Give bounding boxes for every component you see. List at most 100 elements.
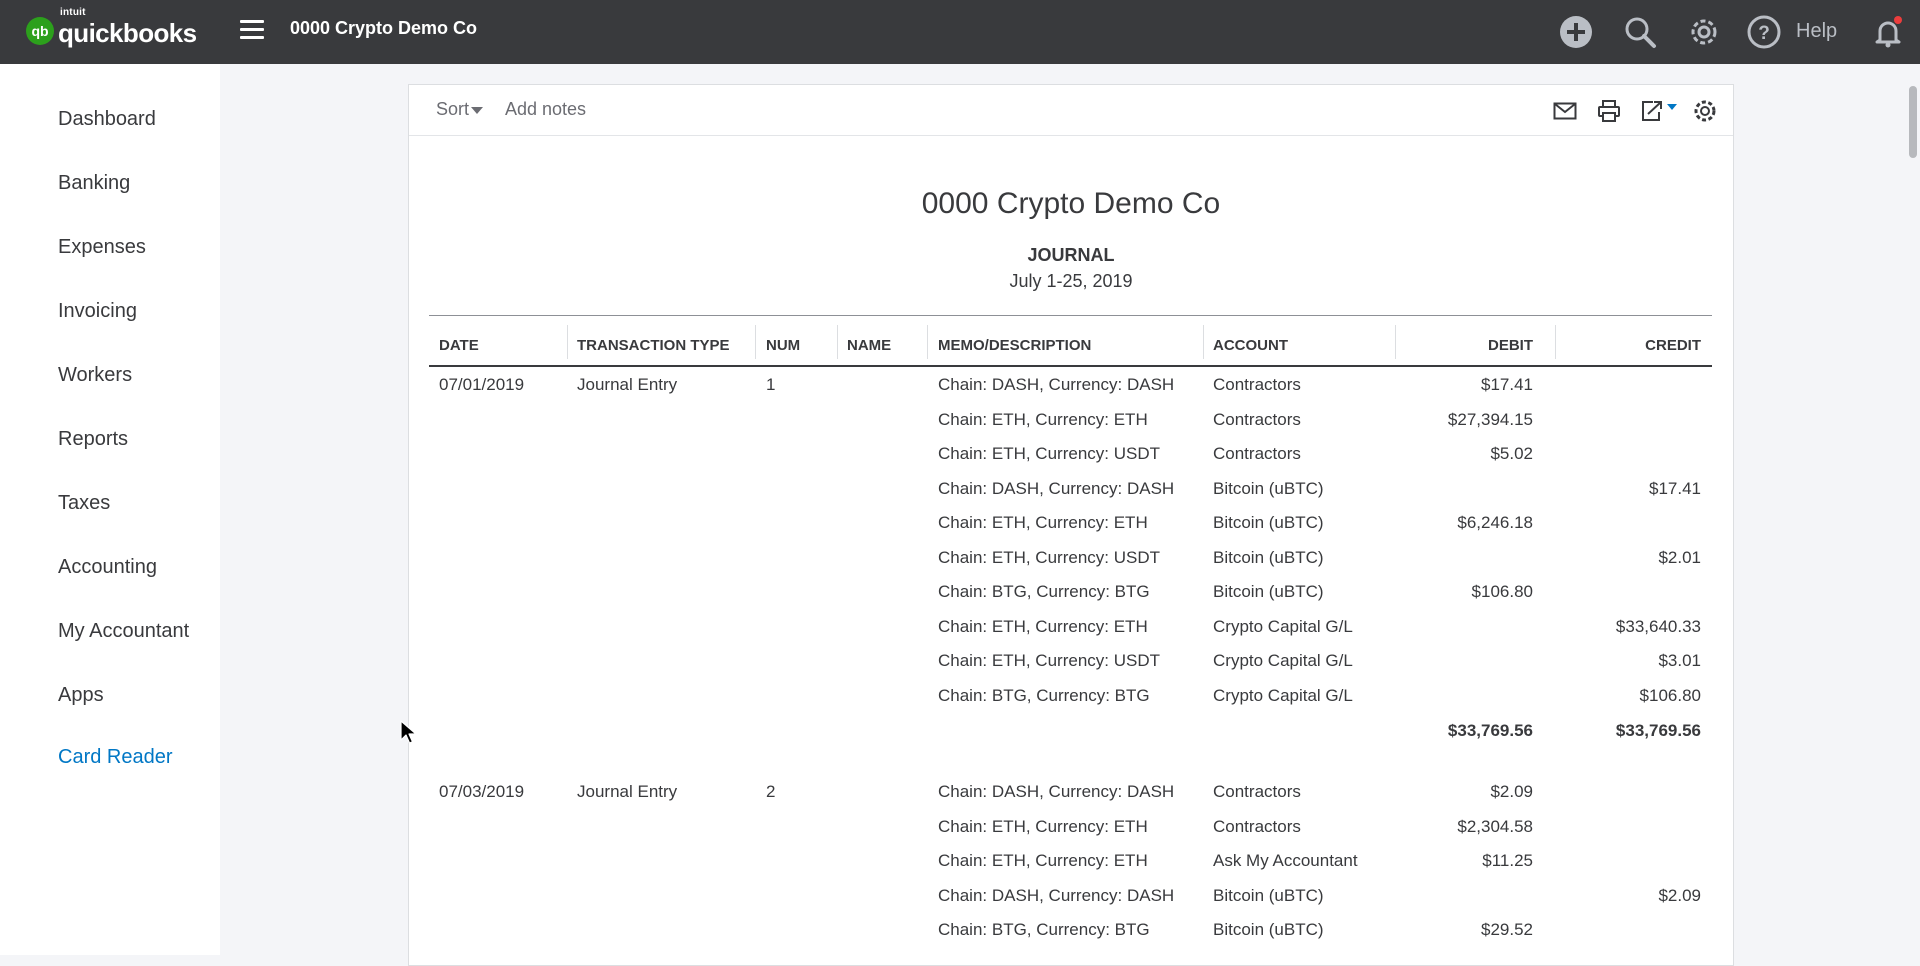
line-account: Bitcoin (uBTC) — [1213, 920, 1324, 939]
line-credit: $17.41 — [1649, 479, 1701, 498]
line-memo: Chain: BTG, Currency: BTG — [938, 686, 1150, 705]
sidebar-item-apps[interactable]: Apps — [58, 684, 104, 707]
report-date-range: July 1-25, 2019 — [1009, 271, 1133, 291]
entry-date[interactable]: 07/03/2019 — [439, 782, 524, 802]
sidebar-item-taxes[interactable]: Taxes — [58, 492, 110, 515]
line-account: Crypto Capital G/L — [1213, 617, 1353, 636]
line-account: Crypto Capital G/L — [1213, 686, 1353, 705]
chevron-down-icon — [471, 106, 484, 114]
line-account: Bitcoin (uBTC) — [1213, 886, 1324, 905]
line-credit: $106.80 — [1639, 686, 1701, 705]
line-debit: $5.02 — [1490, 444, 1533, 463]
line-account: Contractors — [1213, 410, 1301, 429]
line-debit: $6,246.18 — [1457, 513, 1533, 532]
report-title: JOURNAL — [1027, 245, 1115, 265]
line-credit: $3.01 — [1658, 651, 1701, 670]
sidebar-item-workers[interactable]: Workers — [58, 364, 132, 387]
print-icon[interactable] — [1595, 97, 1623, 125]
line-debit: $27,394.15 — [1447, 410, 1533, 429]
logo-quickbooks-text: quickbooks — [58, 18, 197, 48]
svg-text:?: ? — [1758, 23, 1770, 44]
line-memo: Chain: ETH, Currency: ETH — [938, 513, 1148, 532]
plus-circle-icon[interactable] — [1558, 14, 1594, 50]
line-credit: $33,640.33 — [1615, 617, 1701, 636]
entry-num[interactable]: 2 — [766, 782, 775, 802]
line-memo: Chain: DASH, Currency: DASH — [938, 782, 1175, 801]
column-header-credit[interactable]: CREDIT — [1559, 337, 1701, 354]
line-account: Contractors — [1213, 375, 1301, 394]
line-memo: Chain: ETH, Currency: ETH — [938, 851, 1148, 870]
line-debit: $11.25 — [1482, 851, 1533, 870]
line-account: Bitcoin (uBTC) — [1213, 548, 1324, 567]
email-icon[interactable] — [1551, 97, 1579, 125]
line-credit: $2.09 — [1658, 886, 1701, 905]
add-notes-link[interactable]: Add notes — [505, 99, 586, 120]
line-memo: Chain: ETH, Currency: ETH — [938, 410, 1148, 429]
line-memo: Chain: DASH, Currency: DASH — [938, 479, 1175, 498]
line-account: Contractors — [1213, 782, 1301, 801]
help-label[interactable]: Help — [1796, 20, 1837, 43]
line-account: Bitcoin (uBTC) — [1213, 513, 1324, 532]
sidebar-item-banking[interactable]: Banking — [58, 172, 130, 195]
line-memo: Chain: ETH, Currency: USDT — [938, 548, 1160, 567]
sidebar-item-my-accountant[interactable]: My Accountant — [58, 620, 189, 643]
line-account: Contractors — [1213, 444, 1301, 463]
line-memo: Chain: BTG, Currency: BTG — [938, 920, 1150, 939]
table-top-rule — [429, 315, 1712, 316]
scrollbar-thumb[interactable] — [1909, 86, 1917, 158]
gear-icon[interactable] — [1686, 14, 1722, 50]
settings-gear-icon[interactable] — [1691, 97, 1719, 125]
export-icon[interactable] — [1639, 97, 1679, 125]
sidebar-item-reports[interactable]: Reports — [58, 428, 128, 451]
sidebar: Dashboard Banking Expenses Invoicing Wor… — [0, 64, 220, 955]
line-memo: Chain: ETH, Currency: USDT — [938, 651, 1160, 670]
logo-intuit-text: intuit — [60, 7, 86, 18]
line-account: Bitcoin (uBTC) — [1213, 582, 1324, 601]
entry-num[interactable]: 1 — [766, 375, 775, 395]
column-header-debit[interactable]: DEBIT — [1399, 337, 1533, 354]
entry-date[interactable]: 07/01/2019 — [439, 375, 524, 395]
line-account: Bitcoin (uBTC) — [1213, 479, 1324, 498]
search-icon[interactable] — [1622, 14, 1658, 50]
line-memo: Chain: ETH, Currency: USDT — [938, 444, 1160, 463]
journal-report: Sort Add notes 0000 Crypto Demo Co JOURN… — [408, 84, 1734, 966]
column-header-num[interactable]: NUM — [766, 337, 800, 354]
column-header-date[interactable]: DATE — [439, 337, 479, 354]
sidebar-item-expenses[interactable]: Expenses — [58, 236, 146, 259]
line-debit: $2,304.58 — [1457, 817, 1533, 836]
help-circle-icon[interactable]: ? — [1746, 14, 1782, 50]
line-memo: Chain: ETH, Currency: ETH — [938, 817, 1148, 836]
line-account: Ask My Accountant — [1213, 851, 1358, 870]
page-scrollbar[interactable] — [1906, 64, 1920, 955]
notification-dot — [1894, 16, 1902, 24]
column-divider — [1203, 325, 1204, 359]
column-header-memo[interactable]: MEMO/DESCRIPTION — [938, 337, 1091, 354]
total-debit: $33,769.56 — [1447, 721, 1533, 740]
line-memo: Chain: DASH, Currency: DASH — [938, 375, 1175, 394]
column-divider — [755, 325, 756, 359]
line-debit: $2.09 — [1490, 782, 1533, 801]
line-account: Crypto Capital G/L — [1213, 651, 1353, 670]
entry-type[interactable]: Journal Entry — [577, 375, 677, 395]
column-header-transaction-type[interactable]: TRANSACTION TYPE — [577, 337, 730, 354]
quickbooks-logo[interactable]: qb intuit quickbooks — [26, 7, 197, 48]
sort-label: Sort — [436, 99, 470, 119]
report-toolbar: Sort Add notes — [409, 85, 1733, 136]
total-credit: $33,769.56 — [1615, 721, 1701, 740]
sort-dropdown[interactable]: Sort — [436, 99, 484, 120]
line-memo: Chain: BTG, Currency: BTG — [938, 582, 1150, 601]
sidebar-item-dashboard[interactable]: Dashboard — [58, 108, 156, 131]
bell-icon[interactable] — [1870, 14, 1906, 50]
sidebar-item-accounting[interactable]: Accounting — [58, 556, 157, 579]
line-memo: Chain: DASH, Currency: DASH — [938, 886, 1175, 905]
sidebar-item-invoicing[interactable]: Invoicing — [58, 300, 137, 323]
column-divider — [567, 325, 568, 359]
entry-type[interactable]: Journal Entry — [577, 782, 677, 802]
column-header-account[interactable]: ACCOUNT — [1213, 337, 1288, 354]
table-header-rule — [429, 365, 1712, 367]
hamburger-menu-icon[interactable] — [240, 20, 264, 40]
line-account: Contractors — [1213, 817, 1301, 836]
sidebar-item-card-reader[interactable]: Card Reader — [58, 746, 173, 769]
column-header-name[interactable]: NAME — [847, 337, 891, 354]
line-debit: $29.52 — [1481, 920, 1533, 939]
